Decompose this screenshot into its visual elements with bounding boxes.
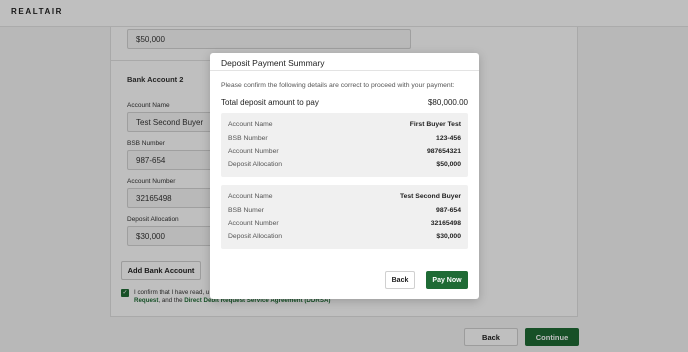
summary-value: $30,000 [436,233,461,240]
summary-row-account-name: Account Name First Buyer Test [228,121,461,131]
summary-label: Account Number [228,148,279,155]
summary-value: 987-654 [436,207,461,214]
account-summary-2: Account Name Test Second Buyer BSB Numer 9… [221,185,468,249]
total-deposit-value: $80,000.00 [427,98,468,107]
modal-title: Deposit Payment Summary [221,58,325,68]
summary-label: BSB Number [228,135,268,142]
summary-value: First Buyer Test [409,121,461,128]
summary-row-bsb: BSB Numer 987-654 [228,207,461,217]
summary-label: Deposit Allocation [228,233,283,240]
summary-row-allocation: Deposit Allocation $50,000 [228,161,461,171]
summary-label: Account Name [228,193,273,200]
deposit-payment-summary-modal: Deposit Payment Summary Please confirm t… [210,53,479,299]
total-deposit-label: Total deposit amount to pay [221,98,319,107]
modal-intro-text: Please confirm the following details are… [221,82,455,89]
summary-value: 987654321 [426,148,461,155]
account-summary-1: Account Name First Buyer Test BSB Number 1… [221,113,468,177]
summary-label: Deposit Allocation [228,161,283,168]
summary-value: 32165498 [430,220,461,227]
summary-value: Test Second Buyer [399,193,461,200]
modal-back-button[interactable]: Back [385,271,415,289]
modal-divider [210,70,479,71]
summary-value: $50,000 [436,161,461,168]
summary-label: BSB Numer [228,207,264,214]
summary-row-account-number: Account Number 32165498 [228,220,461,230]
summary-value: 123-456 [436,135,461,142]
summary-label: Account Number [228,220,279,227]
summary-row-bsb: BSB Number 123-456 [228,135,461,145]
pay-now-button[interactable]: Pay Now [426,271,468,289]
summary-row-account-name: Account Name Test Second Buyer [228,193,461,203]
summary-label: Account Name [228,121,273,128]
summary-row-allocation: Deposit Allocation $30,000 [228,233,461,243]
summary-row-account-number: Account Number 987654321 [228,148,461,158]
